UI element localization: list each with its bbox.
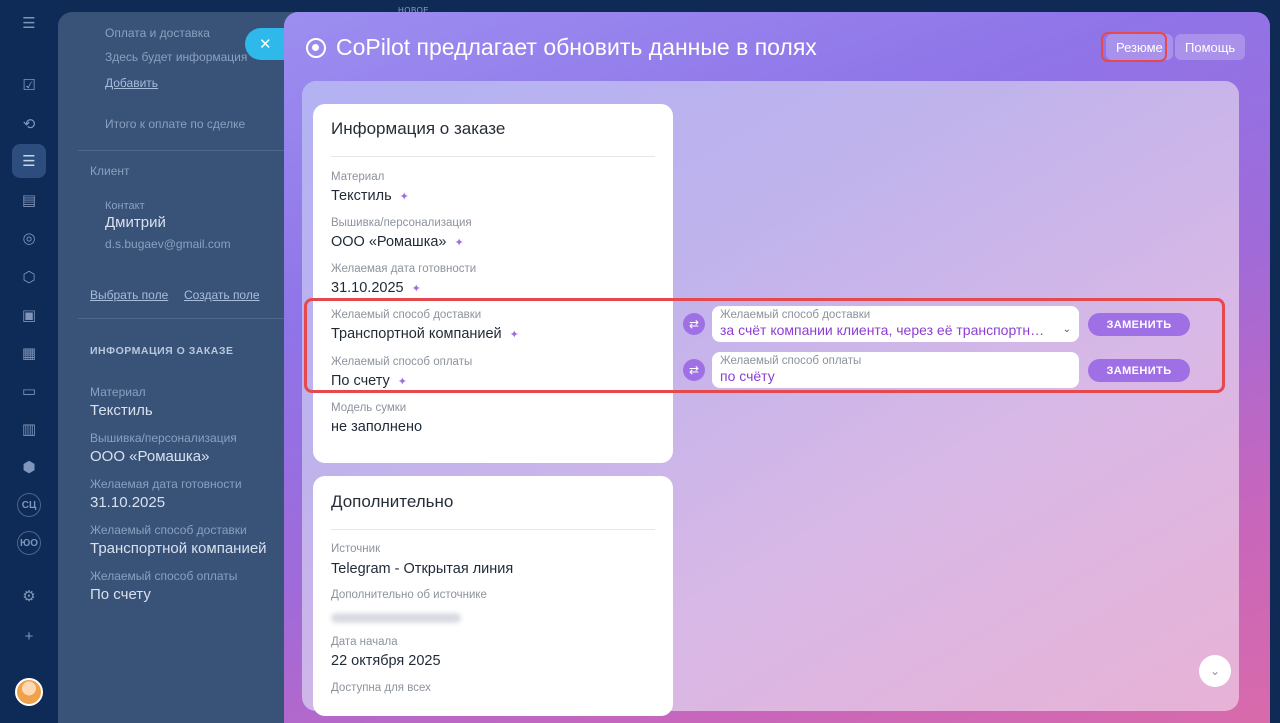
order-info-card: Информация о заказе Материал Текстиль ✦ В… bbox=[313, 104, 673, 463]
background-deal-card: Оплата и доставка Здесь будет информация… bbox=[58, 12, 298, 723]
order-card-title: Информация о заказе bbox=[331, 119, 506, 138]
field-label: Дополнительно об источнике bbox=[331, 589, 487, 601]
field-value-text: ООО «Ромашка» bbox=[331, 234, 447, 250]
settings-icon[interactable]: ⚙ bbox=[16, 583, 42, 609]
divider bbox=[78, 150, 298, 151]
bg-field-label: Материал bbox=[90, 385, 146, 399]
slider-title: CoPilot предлагает обновить данные в пол… bbox=[336, 34, 817, 60]
slider-header: CoPilot предлагает обновить данные в пол… bbox=[306, 34, 817, 61]
field-value-ready-date[interactable]: 31.10.2025 ✦ bbox=[331, 280, 421, 296]
bg-field-label: Вышивка/персонализация bbox=[90, 431, 237, 445]
bg-payment-delivery-placeholder: Здесь будет информация bbox=[105, 50, 248, 64]
tasks-icon[interactable]: ☑ bbox=[16, 72, 42, 98]
io-icon[interactable]: ЮО bbox=[16, 530, 42, 556]
blurred-value bbox=[331, 613, 461, 623]
bg-create-field-link[interactable]: Создать поле bbox=[184, 288, 260, 302]
field-label: Желаемая дата готовности bbox=[331, 263, 477, 275]
copilot-content: Информация о заказе Материал Текстиль ✦ В… bbox=[302, 81, 1239, 716]
sites-icon[interactable]: ▣ bbox=[16, 302, 42, 328]
field-label: Модель сумки bbox=[331, 402, 407, 414]
bg-contact-name[interactable]: Дмитрий bbox=[105, 214, 166, 231]
bg-choose-field-link[interactable]: Выбрать поле bbox=[90, 288, 168, 302]
shop-icon[interactable]: ▭ bbox=[16, 378, 42, 404]
field-value-embroidery[interactable]: ООО «Ромашка» ✦ bbox=[331, 234, 464, 250]
bg-field-value: По счету bbox=[90, 586, 151, 603]
close-icon: ✕ bbox=[259, 36, 272, 53]
ai-sparkle-icon: ✦ bbox=[411, 282, 421, 295]
field-label: Материал bbox=[331, 171, 385, 183]
bg-contact-email: d.s.bugaev@gmail.com bbox=[105, 237, 231, 251]
field-value-start-date[interactable]: 22 октября 2025 bbox=[331, 653, 441, 669]
bg-field-value: 31.10.2025 bbox=[90, 494, 166, 511]
plus-icon[interactable]: + bbox=[16, 623, 42, 649]
menu-icon[interactable]: ☰ bbox=[16, 10, 42, 36]
field-value-bag-model[interactable]: не заполнено bbox=[331, 419, 422, 435]
field-value-text: Текстиль bbox=[331, 188, 392, 204]
bg-field-value: Текстиль bbox=[90, 402, 153, 419]
copilot-icon bbox=[306, 37, 326, 58]
divider bbox=[331, 156, 655, 157]
calendar-icon[interactable]: ▦ bbox=[16, 340, 42, 366]
bg-section-title: ИНФОРМАЦИЯ О ЗАКАЗЕ bbox=[90, 345, 234, 357]
crm-icon[interactable]: ☰ bbox=[12, 144, 46, 178]
field-value-source[interactable]: Telegram - Открытая линия bbox=[331, 561, 513, 577]
robot-icon[interactable]: ◎ bbox=[16, 225, 42, 251]
bg-field-label: Желаемый способ оплаты bbox=[90, 569, 238, 583]
bg-total-label: Итого к оплате по сделке bbox=[105, 117, 246, 131]
chevron-down-icon: ⌄ bbox=[1209, 664, 1221, 678]
resume-button-highlight bbox=[1101, 32, 1167, 62]
ai-sparkle-icon: ✦ bbox=[454, 236, 464, 249]
user-avatar[interactable] bbox=[15, 678, 43, 706]
sc-icon[interactable]: СЦ bbox=[16, 492, 42, 518]
suggestions-highlight bbox=[304, 298, 1225, 393]
bg-client-label: Клиент bbox=[90, 164, 130, 178]
field-value-material[interactable]: Текстиль ✦ bbox=[331, 188, 409, 204]
bg-add-link[interactable]: Добавить bbox=[105, 76, 158, 90]
app-sidebar: ☰ ☑ ⟲ ☰ ▤ ◎ ⬡ ▣ ▦ ▭ ▥ ⬢ СЦ ЮО ⚙ + bbox=[0, 0, 58, 723]
ai-sparkle-icon: ✦ bbox=[399, 190, 409, 203]
field-label: Вышивка/персонализация bbox=[331, 217, 472, 229]
hexagon-icon[interactable]: ⬢ bbox=[16, 454, 42, 480]
field-value-text: 31.10.2025 bbox=[331, 280, 404, 296]
bg-field-value: Транспортной компанией bbox=[90, 540, 267, 557]
contact-card-icon[interactable]: ▤ bbox=[16, 187, 42, 213]
field-label: Дата начала bbox=[331, 636, 398, 648]
bg-contact-label: Контакт bbox=[105, 200, 145, 212]
bg-payment-delivery-label: Оплата и доставка bbox=[105, 26, 210, 40]
box-icon[interactable]: ⬡ bbox=[16, 264, 42, 290]
bg-field-value: ООО «Ромашка» bbox=[90, 448, 210, 465]
flows-icon[interactable]: ⟲ bbox=[16, 111, 42, 137]
bg-field-label: Желаемая дата готовности bbox=[90, 477, 242, 491]
bg-field-label: Желаемый способ доставки bbox=[90, 523, 247, 537]
field-label: Источник bbox=[331, 543, 381, 555]
divider bbox=[331, 529, 655, 530]
copilot-slider: CoPilot предлагает обновить данные в пол… bbox=[284, 12, 1270, 723]
additional-card-title: Дополнительно bbox=[331, 492, 454, 511]
analytics-icon[interactable]: ▥ bbox=[16, 416, 42, 442]
scroll-down-button[interactable]: ⌄ bbox=[1199, 655, 1231, 687]
field-label: Доступна для всех bbox=[331, 682, 431, 694]
close-slider-button[interactable]: ✕ bbox=[245, 28, 285, 60]
additional-card: Дополнительно Источник Telegram - Открыт… bbox=[313, 476, 673, 716]
divider bbox=[78, 318, 298, 319]
help-button[interactable]: Помощь bbox=[1175, 34, 1246, 60]
